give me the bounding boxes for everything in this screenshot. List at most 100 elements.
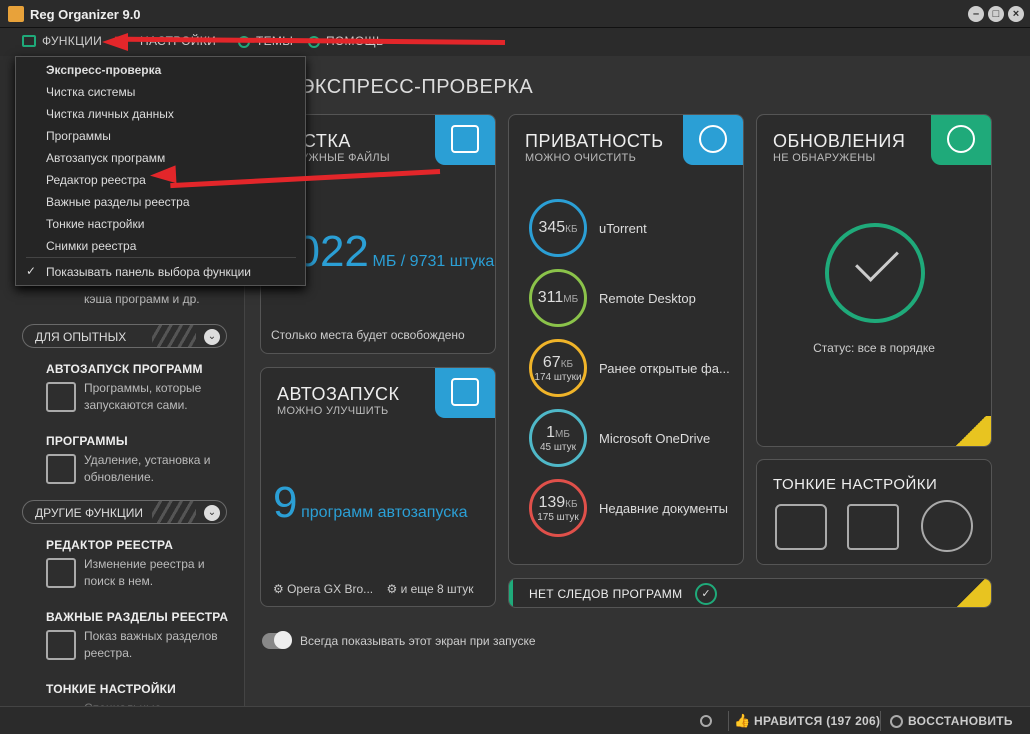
privacy-size-circle: 311МБ bbox=[529, 269, 587, 327]
lock-icon bbox=[951, 416, 991, 446]
minimize-button[interactable]: – bbox=[968, 6, 984, 22]
privacy-item-label[interactable]: Microsoft OneDrive bbox=[599, 431, 710, 446]
mask-icon bbox=[699, 125, 727, 153]
sidebar-item-important[interactable]: ВАЖНЫЕ РАЗДЕЛЫ РЕЕСТРА Показ важных разд… bbox=[46, 610, 236, 662]
sidebar-item-regedit[interactable]: РЕДАКТОР РЕЕСТРА Изменение реестра и пои… bbox=[46, 538, 236, 590]
no-traces-bar[interactable]: НЕТ СЛЕДОВ ПРОГРАММ ✓ bbox=[508, 578, 992, 608]
sidebar-item-autostart[interactable]: АВТОЗАПУСК ПРОГРАММ Программы, которые з… bbox=[46, 362, 236, 414]
status-bar: 👍 НРАВИТСЯ (197 206) ВОССТАНОВИТЬ bbox=[0, 706, 1030, 734]
restore-icon bbox=[890, 715, 903, 728]
status-check-circle bbox=[825, 223, 925, 323]
privacy-size-number: 67 bbox=[542, 353, 561, 371]
autostart-number: 9 bbox=[273, 478, 298, 527]
autostart-app: Opera GX Bro... bbox=[287, 582, 374, 596]
cleaning-footer: Столько места будет освобождено bbox=[271, 328, 465, 342]
monitor-gear-icon[interactable] bbox=[847, 504, 899, 550]
cleaning-unit: МБ / 9731 штука bbox=[372, 253, 495, 270]
privacy-size-unit: КБ bbox=[565, 498, 578, 510]
privacy-size-circle: 1МБ 45 штук bbox=[529, 409, 587, 467]
dropdown-item[interactable]: Чистка личных данных bbox=[46, 107, 174, 121]
dropdown-toggle-panel[interactable]: Показывать панель выбора функции bbox=[46, 265, 251, 279]
sidebar-item-title: АВТОЗАПУСК ПРОГРАММ bbox=[46, 362, 203, 376]
app-logo-icon bbox=[8, 6, 24, 22]
section-advanced-toggle[interactable]: ДЛЯ ОПЫТНЫХ ⌄ bbox=[22, 324, 227, 348]
sidebar-item-title: ВАЖНЫЕ РАЗДЕЛЫ РЕЕСТРА bbox=[46, 610, 229, 624]
dropdown-item[interactable]: Автозапуск программ bbox=[46, 151, 165, 165]
sidebar-item-title: ТОНКИЕ НАСТРОЙКИ bbox=[46, 682, 177, 696]
card-badge bbox=[435, 368, 495, 418]
privacy-size-unit: КБ bbox=[560, 358, 574, 370]
dropdown-item[interactable]: Важные разделы реестра bbox=[46, 195, 190, 209]
section-advanced-label: ДЛЯ ОПЫТНЫХ bbox=[35, 330, 127, 344]
divider bbox=[728, 711, 729, 731]
card-subtitle: МОЖНО УЛУЧШИТЬ bbox=[277, 405, 389, 417]
registry-edit-icon bbox=[46, 558, 76, 588]
privacy-item-label[interactable]: Недавние документы bbox=[599, 501, 728, 516]
dropdown-item[interactable]: Экспресс-проверка bbox=[46, 63, 161, 77]
likes-button[interactable]: НРАВИТСЯ (197 206) bbox=[754, 714, 880, 728]
check-icon bbox=[855, 238, 899, 282]
privacy-count: 174 штуки bbox=[534, 371, 582, 383]
no-traces-label: НЕТ СЛЕДОВ ПРОГРАММ bbox=[529, 587, 683, 601]
registry-sections-icon bbox=[46, 630, 76, 660]
card-autostart[interactable]: АВТОЗАПУСК МОЖНО УЛУЧШИТЬ 9 программ авт… bbox=[260, 367, 496, 607]
privacy-size-circle: 139КБ 175 штук bbox=[529, 479, 587, 537]
gear-icon: ⚙ bbox=[386, 582, 401, 596]
privacy-count: 45 штук bbox=[540, 441, 576, 453]
privacy-size-number: 311 bbox=[537, 289, 564, 306]
page-title: ЭКСПРЕСС-ПРОВЕРКА bbox=[300, 76, 534, 98]
annotation-arrowhead bbox=[149, 165, 177, 185]
privacy-size-number: 1 bbox=[546, 423, 555, 441]
card-updates[interactable]: ОБНОВЛЕНИЯ НЕ ОБНАРУЖЕНЫ Статус: все в п… bbox=[756, 114, 992, 447]
title-bar: Reg Organizer 9.0 – □ × bbox=[0, 0, 1030, 28]
dropdown-divider bbox=[26, 257, 296, 258]
sidebar-cache-text: кэша программ и др. bbox=[84, 292, 200, 306]
dropdown-item[interactable]: Редактор реестра bbox=[46, 173, 146, 187]
privacy-size-value: 139КБ bbox=[538, 494, 577, 512]
privacy-count: 175 штук bbox=[537, 511, 579, 523]
restore-button[interactable]: ВОССТАНОВИТЬ bbox=[908, 714, 1013, 728]
apps-grid-icon[interactable] bbox=[921, 500, 973, 552]
privacy-size-number: 345 bbox=[538, 219, 566, 236]
gear-icon: ⚙ bbox=[273, 582, 288, 596]
check-icon: ✓ bbox=[695, 583, 717, 605]
sidebar-item-desc: Изменение реестра и поиск в нем. bbox=[84, 557, 205, 588]
privacy-size-unit: МБ bbox=[555, 428, 570, 440]
flag-gear-icon bbox=[46, 382, 76, 412]
maximize-button[interactable]: □ bbox=[988, 6, 1004, 22]
show-on-start-toggle[interactable] bbox=[262, 631, 292, 649]
privacy-size-value: 311МБ bbox=[538, 289, 578, 307]
privacy-size-unit: КБ bbox=[565, 224, 578, 235]
close-button[interactable]: × bbox=[1008, 6, 1024, 22]
privacy-item-label[interactable]: uTorrent bbox=[599, 221, 647, 236]
thumbs-up-icon: 👍 bbox=[734, 713, 751, 728]
privacy-size-value: 67КБ bbox=[543, 354, 573, 372]
dropdown-item[interactable]: Снимки реестра bbox=[46, 239, 136, 253]
chevron-down-icon: ⌄ bbox=[204, 329, 220, 345]
privacy-item-label[interactable]: Remote Desktop bbox=[599, 291, 696, 306]
update-status: Статус: все в порядке bbox=[813, 341, 935, 355]
privacy-size-circle: 345КБ bbox=[529, 199, 587, 257]
headset-icon[interactable] bbox=[700, 715, 712, 727]
race-flag-icon bbox=[451, 378, 479, 406]
sidebar-item-programs[interactable]: ПРОГРАММЫ Удаление, установка и обновлен… bbox=[46, 434, 236, 486]
autostart-more[interactable]: и еще 8 штук bbox=[401, 582, 474, 596]
dropdown-item[interactable]: Программы bbox=[46, 129, 111, 143]
stripes-decoration bbox=[152, 501, 196, 523]
card-title: ОБНОВЛЕНИЯ bbox=[773, 131, 906, 151]
card-privacy[interactable]: ПРИВАТНОСТЬ МОЖНО ОЧИСТИТЬ 345КБ uTorrent… bbox=[508, 114, 744, 565]
menu-functions[interactable]: ФУНКЦИИ bbox=[42, 34, 102, 48]
autostart-unit: программ автозапуска bbox=[301, 504, 468, 521]
sliders-panel-icon[interactable] bbox=[775, 504, 827, 550]
sidebar-item-title: РЕДАКТОР РЕЕСТРА bbox=[46, 538, 174, 552]
window-title: Reg Organizer 9.0 bbox=[30, 7, 141, 22]
card-title: ТОНКИЕ НАСТРОЙКИ bbox=[773, 476, 938, 493]
dropdown-item[interactable]: Чистка системы bbox=[46, 85, 135, 99]
box-trash-icon bbox=[46, 454, 76, 484]
card-tweaks[interactable]: ТОНКИЕ НАСТРОЙКИ bbox=[756, 459, 992, 565]
card-title: АВТОЗАПУСК bbox=[277, 384, 400, 404]
privacy-item-label[interactable]: Ранее открытые фа... bbox=[599, 361, 730, 376]
dropdown-item[interactable]: Тонкие настройки bbox=[46, 217, 144, 231]
chevron-down-icon: ⌄ bbox=[204, 505, 220, 521]
section-other-toggle[interactable]: ДРУГИЕ ФУНКЦИИ ⌄ bbox=[22, 500, 227, 524]
